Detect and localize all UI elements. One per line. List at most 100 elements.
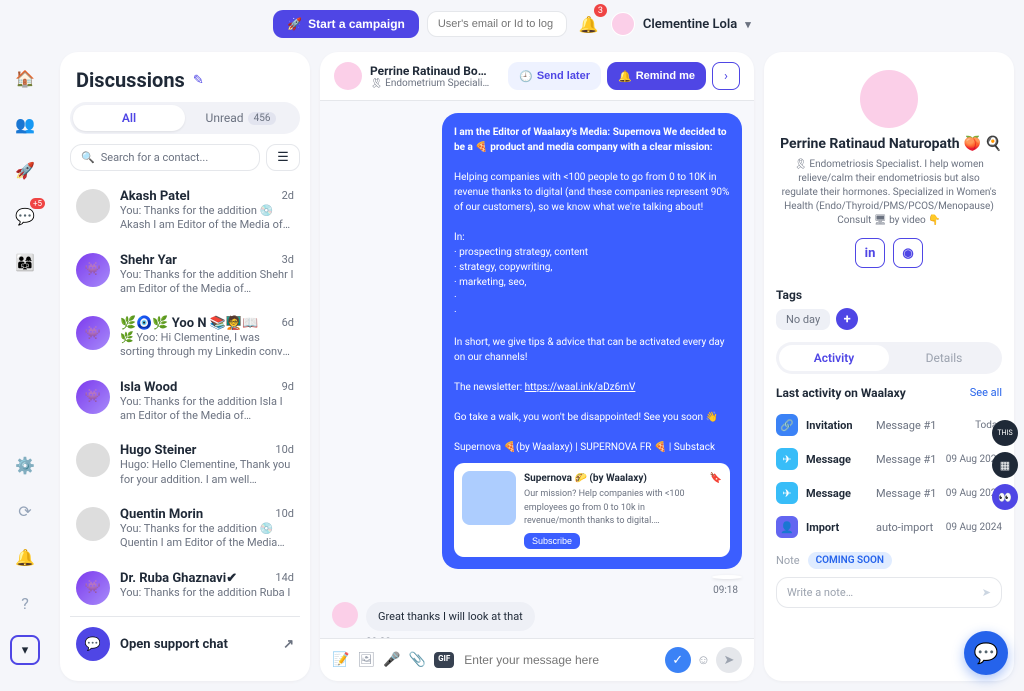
- contact-preview: You: Thanks for the addition Shehr I am …: [120, 268, 294, 297]
- robot-icon: 👀: [998, 491, 1012, 504]
- activity-row[interactable]: ✈ Message Message #1 09 Aug 2024: [776, 442, 1002, 476]
- schedule-button[interactable]: ✓: [665, 647, 691, 673]
- mic-icon[interactable]: 🎤: [383, 652, 400, 668]
- see-all-link[interactable]: See all: [970, 386, 1002, 400]
- activity-row[interactable]: ✈ Message Message #1 09 Aug 2024: [776, 476, 1002, 510]
- bell-icon: 🔔: [618, 70, 632, 83]
- compose-icon[interactable]: ✎: [193, 73, 204, 88]
- profile-tabs: Activity Details: [776, 342, 1002, 374]
- linkedin-icon: in: [865, 246, 876, 261]
- chat-icon: 💬: [974, 641, 999, 665]
- chat-contact-title: 🎗 Endometrium Specialist…: [370, 78, 490, 89]
- nav-team[interactable]: 👨‍👩‍👧: [11, 248, 39, 276]
- activity-msg: Message #1: [876, 419, 967, 432]
- sliders-icon: ☰: [277, 150, 289, 165]
- activity-type: Invitation: [806, 419, 868, 432]
- template-icon[interactable]: 📝: [332, 652, 349, 668]
- filter-button[interactable]: ☰: [266, 144, 300, 171]
- tab-unread[interactable]: Unread 456: [185, 105, 297, 131]
- subscribe-button[interactable]: Subscribe: [524, 533, 580, 549]
- contact-row[interactable]: Akash Patel2d You: Thanks for the additi…: [70, 179, 300, 243]
- robot-button[interactable]: 👀: [992, 484, 1018, 510]
- contact-time: 9d: [282, 380, 294, 395]
- rocket-icon: 🚀: [287, 17, 302, 31]
- user-icon: 👤: [776, 516, 798, 538]
- nav-campaigns[interactable]: 🚀: [11, 156, 39, 184]
- contact-row[interactable]: 👾 Dr. Ruba Ghaznavi✔14d You: Thanks for …: [70, 561, 300, 615]
- nav-people[interactable]: 👥: [11, 110, 39, 138]
- chat-body: I am the Editor of Waalaxy's Media: Supe…: [320, 101, 754, 638]
- activity-msg: auto-import: [876, 521, 938, 534]
- profile-panel: Perrine Ratinaud Naturopath 🍑 🍳 🎗 Endome…: [764, 52, 1014, 681]
- notif-badge: 3: [594, 4, 607, 17]
- outgoing-message: I am the Editor of Waalaxy's Media: Supe…: [442, 113, 742, 569]
- tab-activity[interactable]: Activity: [779, 345, 889, 371]
- linkedin-button[interactable]: in: [855, 238, 885, 268]
- discussions-panel: Discussions ✎ All Unread 456 🔍 Search fo…: [60, 52, 310, 681]
- avatar: 👾: [76, 380, 110, 414]
- tab-all[interactable]: All: [73, 105, 185, 131]
- message-input[interactable]: [462, 652, 656, 668]
- this-badge[interactable]: THIS: [992, 420, 1018, 446]
- chat-contact-name: Perrine Ratinaud Born…: [370, 64, 490, 78]
- gif-button[interactable]: GIF: [434, 652, 454, 668]
- avatar: 👾: [76, 253, 110, 287]
- search-icon: 🔍: [81, 151, 95, 164]
- attach-icon[interactable]: 📎: [409, 652, 426, 668]
- note-input[interactable]: Write a note… ➤: [776, 577, 1002, 608]
- chevron-right-icon: ›: [724, 69, 728, 84]
- inbox-badge: +5: [30, 198, 45, 209]
- check-icon: ✓: [672, 653, 683, 668]
- contact-row[interactable]: Quentin Morin10d You: Thanks for the add…: [70, 497, 300, 561]
- contact-time: 10d: [275, 443, 294, 458]
- help-icon: ?: [21, 594, 29, 613]
- tab-details[interactable]: Details: [889, 345, 999, 371]
- activity-date: 09 Aug 2024: [946, 522, 1002, 533]
- intercom-fab[interactable]: 💬: [964, 631, 1008, 675]
- emoji-icon[interactable]: ☺: [697, 652, 710, 668]
- send-button[interactable]: ➤: [716, 647, 742, 673]
- nav-alerts[interactable]: 🔔: [11, 543, 39, 571]
- nav-inbox[interactable]: 💬 +5: [11, 202, 39, 230]
- user-menu[interactable]: Clementine Lola ▾: [611, 12, 751, 36]
- link-preview-card[interactable]: Supernova 🌮 (by Waalaxy) Our mission? He…: [454, 463, 730, 557]
- bookmark-icon[interactable]: 🔖: [710, 471, 722, 549]
- website-button[interactable]: ◉: [893, 238, 923, 268]
- incoming-message-row: Great thanks I will look at that: [332, 602, 742, 631]
- send-later-button[interactable]: 🕘 Send later: [508, 62, 601, 90]
- add-tag-button[interactable]: +: [836, 308, 858, 330]
- activity-row[interactable]: 👤 Import auto-import 09 Aug 2024: [776, 510, 1002, 544]
- nav-home[interactable]: 🏠: [11, 64, 39, 92]
- profile-avatar: [860, 70, 918, 128]
- open-support-chat[interactable]: 💬 Open support chat ↗: [70, 616, 300, 671]
- chevron-down-icon: ▾: [745, 18, 751, 31]
- gear-icon: ⚙️: [15, 456, 35, 475]
- activity-row[interactable]: 🔗 Invitation Message #1 Today: [776, 408, 1002, 442]
- notifications-button[interactable]: 🔔 3: [575, 10, 603, 38]
- unread-count: 456: [248, 112, 277, 125]
- chat-panel: Perrine Ratinaud Born… 🎗 Endometrium Spe…: [320, 52, 754, 681]
- nav-help[interactable]: ?: [11, 589, 39, 617]
- avatar: [611, 12, 635, 36]
- tag-chip[interactable]: No day: [776, 309, 830, 330]
- note-label: Note: [776, 554, 800, 567]
- contact-row[interactable]: 👾 Isla Wood9d You: Thanks for the additi…: [70, 370, 300, 434]
- image-icon[interactable]: 🖼: [357, 652, 375, 668]
- start-campaign-button[interactable]: 🚀 Start a campaign: [273, 10, 419, 38]
- contact-preview: You: Thanks for the addition 💿 Quentin I…: [120, 522, 294, 551]
- topbar: 🚀 Start a campaign 🔔 3 Clementine Lola ▾: [0, 0, 1024, 48]
- nav-sync[interactable]: ⟳: [11, 497, 39, 525]
- nav-settings[interactable]: ⚙️: [11, 451, 39, 479]
- contact-row[interactable]: Hugo Steiner10d Hugo: Hello Clementine, …: [70, 433, 300, 497]
- user-search-input[interactable]: [427, 11, 567, 37]
- contact-search[interactable]: 🔍 Search for a contact...: [70, 144, 260, 171]
- newsletter-link[interactable]: https://waal.ink/aDz6mV: [525, 382, 636, 393]
- collapse-sidebar-button[interactable]: ▾: [10, 635, 40, 665]
- contact-row[interactable]: 👾 🌿🧿🌿 Yoo N 📚🧑‍🏫📖6d 🌿 Yoo: Hi Clementine…: [70, 306, 300, 370]
- expand-button[interactable]: ›: [712, 62, 740, 90]
- contact-row[interactable]: 👾 Shehr Yar3d You: Thanks for the additi…: [70, 243, 300, 307]
- apps-button[interactable]: ▦: [992, 452, 1018, 478]
- contact-preview: You: Thanks for the addition Ruba I: [120, 586, 294, 600]
- contact-time: 10d: [275, 507, 294, 522]
- remind-me-button[interactable]: 🔔 Remind me: [607, 62, 706, 90]
